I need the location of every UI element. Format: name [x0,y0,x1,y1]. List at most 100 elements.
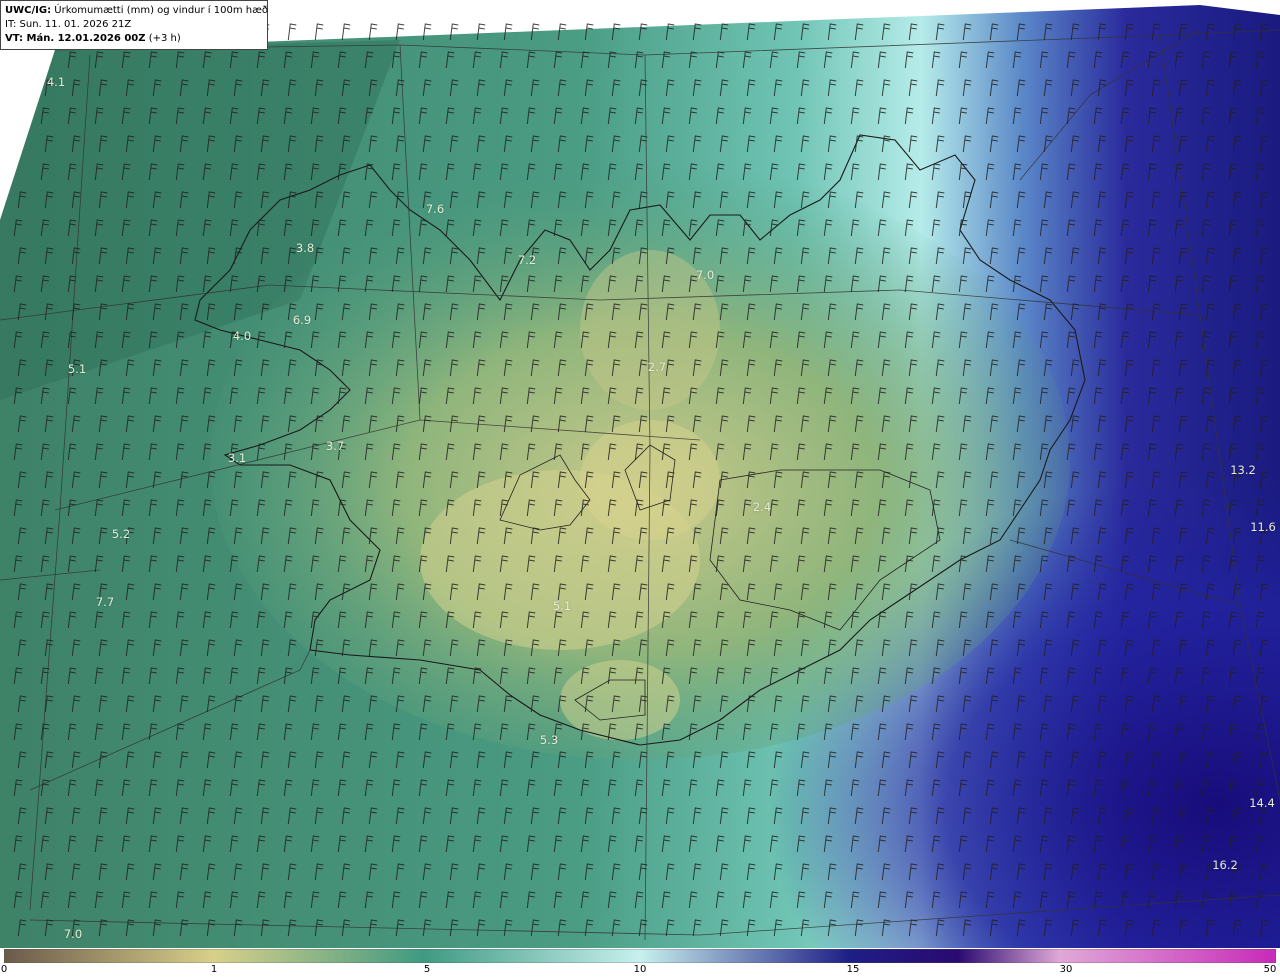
wind-barb [742,331,752,349]
wind-barb [584,191,594,209]
wind-barb [557,471,567,489]
wind-barb [719,751,729,769]
wind-barb [94,667,104,685]
wind-barb [1259,807,1269,825]
wind-barb [584,359,594,377]
wind-barb [1151,527,1161,545]
wind-barb [1151,807,1161,825]
wind-barb [260,919,270,937]
wind-barb [935,415,945,433]
wind-barb [422,807,432,825]
wind-barb [989,359,999,377]
wind-barb [584,695,594,713]
wind-barb [1147,555,1157,573]
wind-barb [314,639,324,657]
wind-barb [17,303,27,321]
wind-barb [40,107,50,125]
wind-barb [98,863,108,881]
wind-barb [719,919,729,937]
wind-barb [584,247,594,265]
wind-barb [962,751,972,769]
wind-barb [1120,499,1130,517]
value-label: 3.7 [325,439,345,453]
wind-barb [1124,359,1134,377]
wind-barb [314,23,324,41]
wind-barb [823,107,833,125]
wind-barb [661,891,671,909]
wind-barb [989,191,999,209]
wind-barb [746,415,756,433]
wind-barb [287,415,297,433]
wind-barb [580,499,590,517]
wind-barb [98,471,108,489]
wind-barb [611,751,621,769]
wind-barb [422,415,432,433]
wind-barb [1151,471,1161,489]
wind-barb [1174,163,1184,181]
wind-barb [1255,275,1265,293]
wind-barb [1201,723,1211,741]
wind-barb [553,667,563,685]
wind-barb [715,499,725,517]
wind-barb [719,247,729,265]
wind-barb [503,583,513,601]
wind-barb [692,863,702,881]
wind-barb [526,51,536,69]
wind-barb [931,107,941,125]
value-label: 7.2 [517,253,537,267]
wind-barb [1228,723,1238,741]
wind-barb [67,275,77,293]
wind-barb [17,751,27,769]
wind-barb [958,163,968,181]
wind-barb [796,331,806,349]
wind-barb [530,359,540,377]
wind-barb [1255,835,1265,853]
wind-barb [1178,303,1188,321]
wind-barb [607,443,617,461]
wind-barb [931,387,941,405]
wind-barb [314,415,324,433]
wind-barb [661,331,671,349]
wind-barb [125,415,135,433]
wind-barb [962,471,972,489]
wind-barb [71,415,81,433]
wind-barb [904,275,914,293]
wind-barb [746,247,756,265]
wind-barb [67,891,77,909]
wind-barb [580,891,590,909]
wind-barb [638,695,648,713]
wind-barb [202,835,212,853]
wind-barb [94,387,104,405]
wind-barb [638,79,648,97]
colorbar-tick: 30 [1059,964,1073,975]
wind-barb [773,191,783,209]
wind-barb [530,695,540,713]
wind-barb [877,835,887,853]
wind-barb [962,695,972,713]
wind-barb [418,835,428,853]
wind-barb [125,639,135,657]
wind-barb [152,639,162,657]
wind-barb [1120,779,1130,797]
wind-barb [98,135,108,153]
wind-barb [611,79,621,97]
wind-barb [175,835,185,853]
wind-barb [1039,275,1049,293]
wind-barb [233,415,243,433]
wind-barb [935,247,945,265]
wind-barb [1228,443,1238,461]
wind-barb [742,555,752,573]
wind-barb [1124,303,1134,321]
wind-barb [854,359,864,377]
wind-barb [584,583,594,601]
wind-barb [503,639,513,657]
wind-barb [719,639,729,657]
wind-barb [692,359,702,377]
wind-barb [1093,443,1103,461]
wind-barb [260,79,270,97]
wind-barb [1066,387,1076,405]
wind-barb [827,415,837,433]
wind-barb [688,443,698,461]
wind-barb [553,163,563,181]
wind-barb [557,639,567,657]
